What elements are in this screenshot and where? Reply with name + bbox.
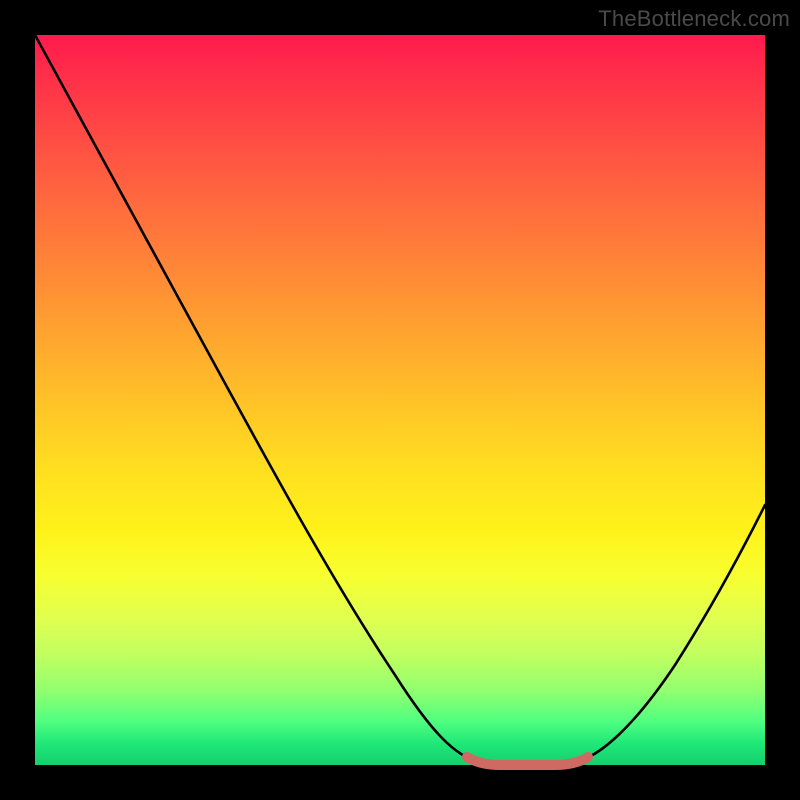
bottleneck-curve-svg <box>35 35 765 765</box>
chart-frame: TheBottleneck.com <box>0 0 800 800</box>
bottleneck-curve <box>35 35 765 762</box>
plot-area <box>35 35 765 765</box>
trough-accent <box>467 757 588 765</box>
watermark-text: TheBottleneck.com <box>598 6 790 32</box>
